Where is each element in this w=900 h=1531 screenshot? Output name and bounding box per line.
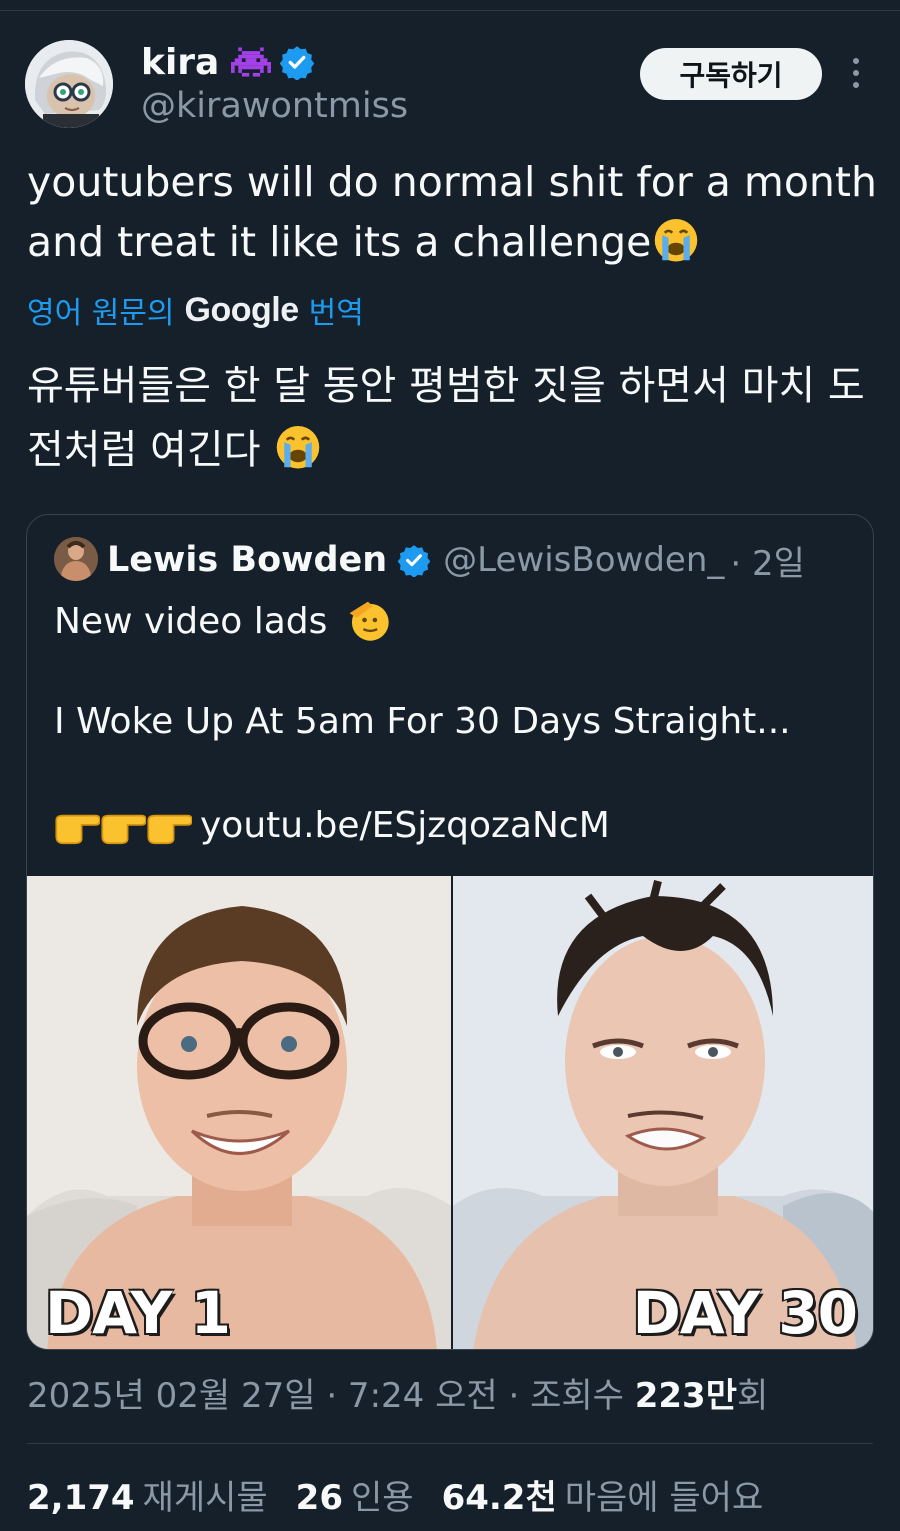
quoted-tweet-card[interactable]: Lewis Bowden @LewisBowden_ · 2일 New vide…: [26, 514, 874, 1350]
translate-prefix[interactable]: 영어 원문의: [27, 288, 175, 332]
quoted-link[interactable]: youtu.be/ESjzqozaNcM: [200, 805, 610, 846]
verified-badge-icon: [397, 545, 431, 577]
quoted-line-3: youtu.be/ESjzqozaNcM: [54, 805, 610, 846]
quotes-stat[interactable]: 26 인용: [296, 1470, 414, 1519]
quoted-author-handle[interactable]: @LewisBowden_: [443, 540, 724, 580]
engagement-stats: 2,174 재게시물 26 인용 64.2천 마음에 들어요: [27, 1470, 763, 1519]
quoted-media[interactable]: DAY 1 DAY 30: [27, 876, 873, 1349]
subscribe-button[interactable]: 구독하기: [640, 48, 822, 100]
likes-label: 마음에 들어요: [564, 1478, 764, 1518]
author-name-row: kira: [141, 40, 315, 84]
author-name[interactable]: kira: [141, 42, 219, 83]
quoted-author-row: Lewis Bowden @LewisBowden_ · 2일: [107, 535, 805, 585]
view-suffix: 회: [737, 1376, 769, 1416]
verified-badge-icon: [280, 46, 315, 80]
view-count: 223만: [634, 1376, 737, 1416]
tweet-text: youtubers will do normal shit for a mont…: [27, 152, 877, 272]
loudly-crying-face-icon: [276, 426, 320, 469]
day-1-label: DAY 1: [45, 1279, 231, 1347]
saluting-face-icon: [349, 601, 389, 641]
media-panel-day-30[interactable]: DAY 30: [451, 876, 873, 1349]
top-divider: [0, 10, 900, 11]
media-panel-day-1[interactable]: DAY 1: [27, 876, 451, 1349]
quoted-line-1-text: New video lads: [54, 601, 328, 642]
author-handle[interactable]: @kirawontmiss: [141, 86, 408, 126]
quoted-author-name[interactable]: Lewis Bowden: [107, 540, 387, 580]
quoted-line-2: I Woke Up At 5am For 30 Days Straight...: [54, 701, 791, 742]
translated-text-content: 유튜버들은 한 달 동안 평범한 짓을 하면서 마치 도전처럼 여긴다: [27, 363, 865, 473]
day-30-label: DAY 30: [632, 1279, 858, 1347]
translate-row[interactable]: 영어 원문의 Google 번역: [27, 287, 364, 333]
reposts-stat[interactable]: 2,174 재게시물: [27, 1470, 268, 1519]
tweet-meta: 2025년 02월 27일 · 7:24 오전 · 조회수 223만회: [27, 1368, 768, 1417]
pointing-right-hand-icon: [55, 814, 100, 844]
translate-suffix[interactable]: 번역: [309, 288, 364, 332]
alien-monster-icon: [231, 47, 272, 77]
author-avatar[interactable]: [25, 40, 113, 128]
translated-text: 유튜버들은 한 달 동안 평범한 짓을 하면서 마치 도전처럼 여긴다: [27, 354, 877, 482]
quoted-time: · 2일: [730, 543, 805, 584]
quotes-count: 26: [295, 1478, 343, 1518]
google-logo: Google: [184, 290, 300, 329]
loudly-crying-face-icon: [655, 219, 698, 262]
likes-stat[interactable]: 64.2천 마음에 들어요: [442, 1470, 764, 1519]
quotes-label: 인용: [351, 1478, 414, 1518]
quoted-author-avatar[interactable]: [54, 537, 98, 581]
more-options-icon[interactable]: [846, 58, 866, 90]
reposts-label: 재게시물: [142, 1478, 268, 1518]
quoted-line-1: New video lads: [54, 597, 391, 643]
tweet-text-content: youtubers will do normal shit for a mont…: [27, 158, 877, 266]
tweet-date: 2025년 02월 27일 · 7:24 오전 · 조회수: [27, 1376, 635, 1416]
pointing-right-hand-icon: [147, 814, 192, 844]
pointing-right-hand-icon: [101, 814, 146, 844]
likes-count: 64.2천: [441, 1478, 557, 1518]
reposts-count: 2,174: [27, 1478, 135, 1518]
stats-divider: [27, 1443, 873, 1444]
